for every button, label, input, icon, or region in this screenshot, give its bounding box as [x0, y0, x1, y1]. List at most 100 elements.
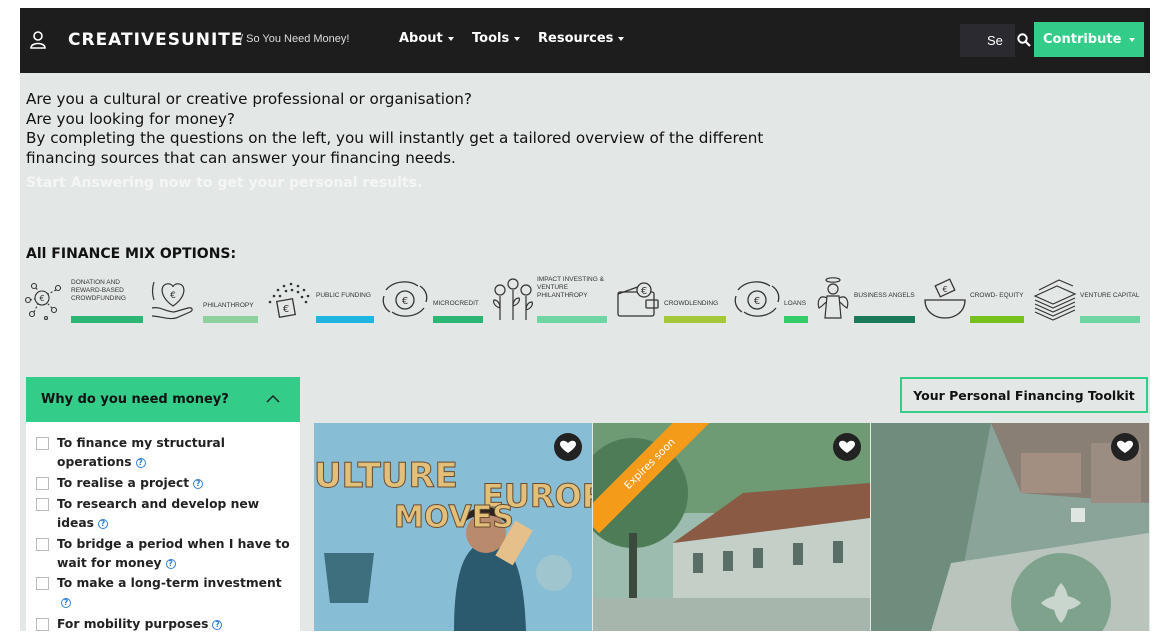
menu-resources[interactable]: Resources — [538, 31, 625, 46]
mix-label: LOANS — [784, 300, 807, 307]
checkbox[interactable] — [36, 538, 49, 551]
card-title-art: ULTURE EUROPE MOVES — [314, 456, 592, 536]
mix-option-business-angels[interactable]: BUSINESS ANGELS — [815, 276, 917, 326]
svg-text:€: € — [39, 294, 44, 303]
menu-tools[interactable]: Tools — [472, 31, 521, 46]
cash-stack-icon — [1033, 279, 1077, 321]
checkbox[interactable] — [36, 498, 49, 511]
svg-text:ULTURE: ULTURE — [314, 456, 458, 496]
personal-toolkit-button[interactable]: Your Personal Financing Toolkit — [900, 377, 1148, 413]
start-answering-cta[interactable]: Start Answering now to get your personal… — [26, 175, 422, 191]
heart-icon — [560, 440, 576, 453]
checkbox[interactable] — [36, 577, 49, 590]
intro-line: By completing the questions on the left,… — [26, 129, 764, 147]
card-image — [593, 423, 870, 631]
top-navbar: CREATIVESUNITE / So You Need Money! Abou… — [20, 8, 1150, 73]
chevron-up-icon[interactable] — [266, 394, 280, 404]
mix-color-bar — [316, 316, 374, 323]
option-label: To research and develop new ideas — [57, 497, 260, 530]
intro-line: Are you a cultural or creative professio… — [26, 90, 472, 108]
favorite-button[interactable] — [1111, 433, 1139, 461]
svg-text:MOVES: MOVES — [394, 500, 514, 535]
mix-option-loans[interactable]: € LOANS — [732, 276, 810, 326]
favorite-button[interactable] — [554, 433, 582, 461]
question-option[interactable]: To realise a project? — [36, 474, 291, 493]
mix-label: PUBLIC FUNDING — [316, 292, 371, 299]
question-option[interactable]: For mobility purposes? — [36, 615, 291, 634]
site-logo[interactable]: CREATIVESUNITE — [68, 30, 244, 50]
checkbox[interactable] — [36, 437, 49, 450]
mix-option-crowd-equity[interactable]: € CROWD- EQUITY — [923, 276, 1026, 326]
mix-color-bar — [784, 316, 808, 323]
help-icon[interactable]: ? — [193, 478, 204, 489]
svg-text:€: € — [942, 285, 947, 294]
card-image — [871, 423, 1149, 631]
mix-label: VENTURE CAPITAL — [1080, 292, 1140, 299]
help-icon[interactable]: ? — [212, 619, 223, 630]
mix-option-crowdlending[interactable]: € CROWDLENDING — [616, 276, 729, 326]
option-label: To realise a project — [57, 476, 190, 490]
mix-color-bar — [537, 316, 607, 323]
question-option[interactable]: To make a long-term investment? — [36, 574, 291, 612]
coin-hands-icon: € — [734, 281, 780, 317]
mix-option-crowdfunding[interactable]: € DONATION AND REWARD-BASED CROWDFUNDING — [24, 276, 149, 326]
result-card[interactable] — [871, 423, 1149, 631]
network-icon: € — [24, 282, 62, 320]
chevron-down-icon — [618, 36, 625, 41]
svg-text:€: € — [754, 296, 760, 307]
help-icon[interactable]: ? — [61, 597, 71, 608]
intro-line: financing sources that can answer your f… — [26, 148, 456, 167]
mix-label: MICROCREDIT — [433, 300, 479, 307]
mix-color-bar — [1080, 316, 1140, 323]
breadcrumb[interactable]: / So You Need Money! — [240, 33, 349, 45]
mix-option-venture-capital[interactable]: VENTURE CAPITAL — [1031, 276, 1143, 326]
wallet-icon: € — [617, 282, 659, 317]
mix-color-bar — [664, 316, 726, 323]
question-option[interactable]: To research and develop new ideas? — [36, 495, 291, 533]
mix-color-bar — [970, 316, 1024, 323]
questions-panel: To finance my structural operations? To … — [26, 422, 300, 631]
mix-label: CROWDLENDING — [664, 300, 719, 307]
search-input[interactable] — [960, 24, 1015, 57]
heart-hand-icon: € — [151, 281, 193, 320]
mix-label: DONATION AND REWARD-BASED CROWDFUNDING — [71, 279, 126, 302]
mix-color-bar — [71, 316, 143, 323]
hand-coin-icon: € — [382, 281, 428, 317]
svg-text:€: € — [283, 304, 289, 315]
contribute-button[interactable]: Contribute — [1034, 22, 1144, 57]
mix-color-bar — [433, 316, 483, 323]
checkbox[interactable] — [36, 618, 49, 631]
mix-option-impact-investing[interactable]: IMPACT INVESTING & VENTURE PHILANTHROPY — [490, 276, 610, 326]
heart-icon — [1117, 440, 1133, 453]
mix-option-public-funding[interactable]: € PUBLIC FUNDING — [264, 276, 374, 326]
search-icon[interactable] — [1017, 33, 1031, 47]
checkbox[interactable] — [36, 477, 49, 490]
question-option[interactable]: To finance my structural operations? — [36, 434, 291, 472]
option-label: For mobility purposes — [57, 617, 209, 631]
bowl-icon: € — [924, 278, 966, 319]
svg-text:€: € — [641, 286, 647, 297]
mix-label: PHILANTHROPY — [203, 302, 254, 309]
menu-tools-label: Tools — [472, 31, 510, 46]
menu-about[interactable]: About — [399, 31, 454, 46]
help-icon[interactable]: ? — [165, 558, 176, 569]
result-card[interactable]: Expires soon — [593, 423, 870, 631]
result-card[interactable]: ULTURE EUROPE MOVES — [314, 423, 592, 631]
question-option[interactable]: To bridge a period when I have to wait f… — [36, 535, 291, 573]
finance-mix-title: All FINANCE MIX OPTIONS: — [26, 246, 237, 262]
contribute-label: Contribute — [1043, 32, 1122, 47]
mix-label: CROWD- EQUITY — [970, 292, 1024, 299]
help-icon[interactable]: ? — [135, 457, 146, 468]
menu-about-label: About — [399, 31, 443, 46]
mix-option-philanthropy[interactable]: € PHILANTHROPY — [148, 276, 260, 326]
chevron-down-icon — [1129, 38, 1135, 42]
favorite-button[interactable] — [833, 433, 861, 461]
intro-line: Are you looking for money? — [26, 109, 235, 128]
mix-option-microcredit[interactable]: € MICROCREDIT — [380, 276, 485, 326]
svg-text:€: € — [402, 296, 408, 307]
help-icon[interactable]: ? — [97, 518, 108, 529]
user-icon[interactable] — [30, 31, 46, 49]
euro-dots-icon: € — [268, 282, 310, 319]
questions-panel-header[interactable]: Why do you need money? — [26, 377, 300, 422]
chevron-down-icon — [447, 36, 454, 41]
